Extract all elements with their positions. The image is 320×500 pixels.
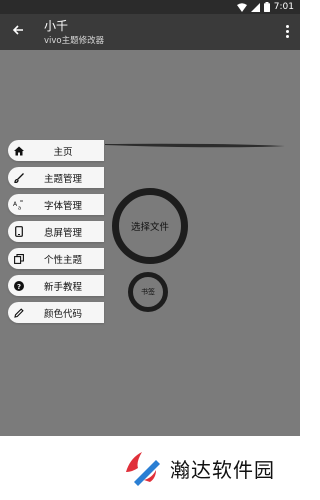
wifi-icon (236, 2, 247, 12)
font-icon: Aa (10, 194, 28, 215)
signal-icon (250, 2, 260, 12)
app-title: 小千 (44, 19, 69, 33)
select-file-label: 选择文件 (130, 222, 169, 233)
arrow-left-icon (12, 25, 23, 35)
menu-item-label: 主页 (53, 146, 73, 158)
more-options-button[interactable] (280, 20, 294, 42)
menu-item-label: 新手教程 (43, 281, 82, 293)
pencil-icon (10, 302, 28, 323)
brand-logo (118, 444, 164, 490)
brush-icon (10, 167, 28, 188)
menu-item-theme-management[interactable]: 主题管理 (8, 167, 104, 188)
menu-item-label: 息屏管理 (43, 227, 82, 239)
status-bar: 7:01 (0, 0, 300, 14)
svg-text:a: a (18, 205, 21, 210)
menu-item-label: 颜色代码 (43, 308, 82, 320)
brand-text: 瀚达软件园 (170, 458, 275, 482)
menu-item-label: 主题管理 (43, 173, 82, 185)
phone-icon (10, 221, 28, 242)
brush-stroke-decoration (105, 143, 285, 148)
bookmark-button[interactable]: 书签 (128, 272, 168, 312)
status-time: 7:01 (273, 2, 294, 12)
bookmark-label: 书签 (141, 288, 155, 296)
menu-item-aod-management[interactable]: 息屏管理 (8, 221, 104, 242)
main-content: 主页 主题管理 Aa 字体管理 息屏管理 个性主题 ? 新手教程 颜色代码 选择… (0, 50, 300, 436)
menu-item-label: 字体管理 (43, 200, 82, 212)
menu-item-font-management[interactable]: Aa 字体管理 (8, 194, 104, 215)
back-button[interactable] (8, 18, 28, 42)
app-subtitle: vivo主题修改器 (44, 36, 105, 46)
menu-item-label: 个性主题 (43, 254, 82, 266)
menu-item-home[interactable]: 主页 (8, 140, 104, 161)
menu-item-color-code[interactable]: 颜色代码 (8, 302, 104, 323)
menu-item-tutorial[interactable]: ? 新手教程 (8, 275, 104, 296)
copy-icon (10, 248, 28, 269)
home-icon (10, 140, 28, 161)
svg-text:?: ? (17, 283, 21, 291)
more-vert-icon (285, 24, 289, 28)
help-icon: ? (10, 275, 28, 296)
menu-item-personal-theme[interactable]: 个性主题 (8, 248, 104, 269)
status-icons: 7:01 (236, 1, 294, 13)
app-bar: 小千 vivo主题修改器 (0, 14, 300, 50)
battery-icon (263, 2, 270, 12)
footer-watermark: 瀚达软件园 (0, 436, 300, 500)
select-file-button[interactable]: 选择文件 (112, 188, 188, 264)
